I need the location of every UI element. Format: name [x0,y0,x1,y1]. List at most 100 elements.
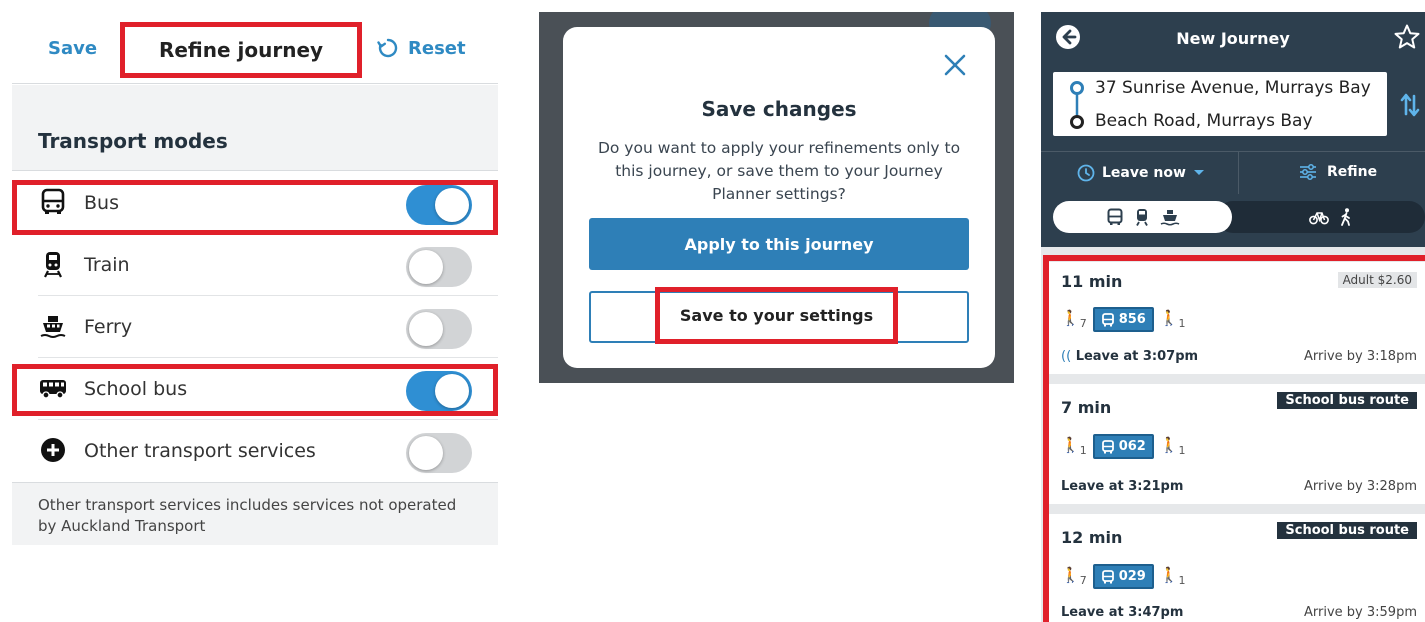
journey-result-card[interactable]: 12 min School bus route 🚶7 029 🚶1 Leave … [1049,514,1425,622]
bus-icon [41,188,65,214]
train-icon [44,252,62,278]
mode-label: Bus [84,192,119,214]
bus-icon [1107,208,1122,225]
school-bus-icon [40,380,66,399]
mode-row-school-bus[interactable]: School bus [12,358,498,420]
refine-topbar: Save Refine journey Reset [12,0,498,84]
refine-title: Refine journey [120,22,362,78]
save-changes-screen: Save changes Do you want to apply your r… [539,12,1014,383]
journey-duration: 7 min [1061,398,1112,417]
bus-icon [1101,439,1114,453]
mode-label: Train [84,254,130,276]
star-icon[interactable] [1393,23,1421,51]
clock-icon [1077,164,1095,182]
mode-label: Other transport services [84,440,316,462]
journey-header: New Journey 37 Sunrise Avenue, Murrays B… [1041,12,1425,247]
reset-button[interactable]: Reset [376,36,466,60]
train-icon [1135,209,1148,226]
leave-time: (( Leave at 3:07pm [1061,349,1198,364]
bicycle-icon [1309,212,1329,225]
dialog-title: Save changes [701,97,857,121]
leave-now-label: Leave now [1102,165,1186,181]
swap-icon[interactable] [1399,92,1421,118]
ferry-icon [1160,210,1179,226]
apply-to-journey-button[interactable]: Apply to this journey [589,218,969,270]
address-box: 37 Sunrise Avenue, Murrays Bay Beach Roa… [1053,72,1387,136]
section-title: Transport modes [38,129,228,153]
route-badge: 029 [1092,564,1154,589]
refine-button[interactable]: Refine [1299,164,1377,180]
arrive-time: Arrive by 3:28pm [1304,479,1417,494]
route-dots-icon [1070,81,1084,129]
journey-result-card[interactable]: 11 min Adult $2.60 🚶7 856 🚶1 (( Leave at… [1049,262,1425,374]
journey-options-bar: Leave now Refine [1041,151,1425,194]
journey-result-card[interactable]: 7 min School bus route 🚶1 062 🚶1 Leave a… [1049,384,1425,504]
school-bus-toggle[interactable] [406,371,472,411]
footnote: Other transport services includes servic… [12,482,498,545]
walk-minutes: 1 [1178,574,1186,587]
new-journey-panel: New Journey 37 Sunrise Avenue, Murrays B… [1041,12,1425,622]
mode-row-bus[interactable]: Bus [12,172,498,234]
mode-row-train[interactable]: Train [12,234,498,296]
route-number: 062 [1118,439,1146,454]
route-number: 856 [1118,312,1146,327]
save-link[interactable]: Save [48,38,97,59]
toggle-knob [435,188,469,222]
journey-duration: 11 min [1061,272,1123,291]
walk-minutes: 1 [1178,317,1186,330]
walk-minutes: 7 [1079,574,1087,587]
mode-label: School bus [84,378,188,400]
save-to-settings-label[interactable]: Save to your settings [655,287,898,344]
realtime-icon: (( [1061,349,1072,364]
train-toggle[interactable] [406,247,472,287]
refine-journey-panel: Save Refine journey Reset Transport mode… [12,0,498,545]
mode-label: Ferry [84,316,133,338]
save-changes-dialog: Save changes Do you want to apply your r… [563,27,995,368]
sliders-icon [1300,164,1316,180]
toggle-knob [409,250,443,284]
walk-icon: 🚶7 [1061,309,1087,330]
toggle-knob [409,436,443,470]
route-badge: 856 [1092,307,1154,332]
walk-icon [1341,208,1350,226]
chevron-down-icon [1193,170,1204,175]
ferry-icon [40,316,66,338]
ferry-toggle[interactable] [406,309,472,349]
mode-row-ferry[interactable]: Ferry [12,296,498,358]
public-transport-tab[interactable] [1053,201,1232,233]
close-icon[interactable] [941,51,969,79]
journey-title: New Journey [1176,29,1290,48]
walk-minutes: 1 [1178,444,1186,457]
active-travel-tab[interactable] [1217,201,1425,233]
walk-minutes: 1 [1079,444,1087,457]
transport-modes-header: Transport modes [12,85,498,171]
mode-row-other[interactable]: Other transport services [12,420,498,482]
journey-legs: 🚶7 029 🚶1 [1061,564,1186,589]
journey-results-list: 11 min Adult $2.60 🚶7 856 🚶1 (( Leave at… [1041,247,1425,622]
leave-time-text: Leave at 3:07pm [1075,349,1199,364]
route-badge: 062 [1092,434,1154,459]
journey-duration: 12 min [1061,528,1123,547]
arrive-time: Arrive by 3:18pm [1304,349,1417,364]
route-number: 029 [1118,569,1146,584]
school-bus-route-badge: School bus route [1277,392,1417,409]
origin-field[interactable]: 37 Sunrise Avenue, Murrays Bay [1095,78,1371,98]
journey-legs: 🚶1 062 🚶1 [1061,434,1186,459]
leave-time: Leave at 3:47pm [1061,605,1184,620]
refine-label: Refine [1327,164,1378,180]
other-services-toggle[interactable] [406,433,472,473]
bus-icon [1101,569,1114,583]
dialog-message: Do you want to apply your refinements on… [597,139,961,203]
reset-icon [377,38,398,58]
bus-toggle[interactable] [406,185,472,225]
walk-minutes: 7 [1079,317,1087,330]
leave-now-dropdown[interactable]: Leave now [1077,164,1205,182]
walk-icon: 🚶7 [1061,566,1087,587]
walk-icon: 🚶1 [1159,566,1186,587]
walk-icon: 🚶1 [1159,309,1186,330]
toggle-knob [409,312,443,346]
leave-time: Leave at 3:21pm [1061,479,1184,494]
destination-field[interactable]: Beach Road, Murrays Bay [1095,111,1313,131]
options-divider [1238,152,1239,194]
bus-icon [1101,312,1114,326]
